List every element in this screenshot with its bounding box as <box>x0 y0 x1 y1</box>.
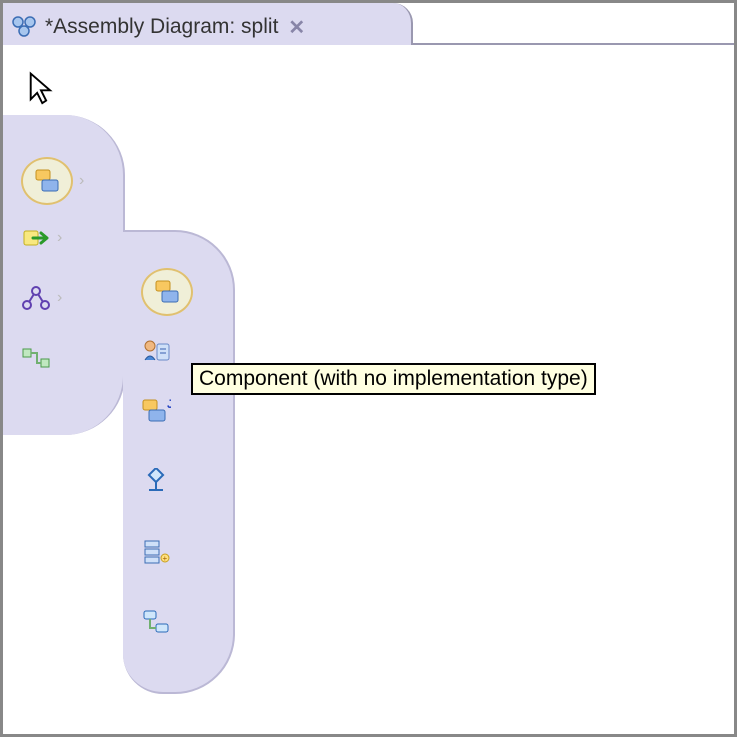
palette-item-component[interactable]: › <box>21 157 84 205</box>
popout-item-component[interactable] <box>141 268 193 316</box>
popout-item-process[interactable] <box>141 468 171 494</box>
popout-item-java[interactable]: J <box>141 398 171 424</box>
close-icon[interactable]: ✕ <box>288 15 305 40</box>
process-icon <box>141 468 171 494</box>
selector-icon: + <box>141 538 171 564</box>
chevron-right-icon: › <box>57 289 62 307</box>
java-component-icon: J <box>141 398 171 424</box>
svg-text:J: J <box>167 398 171 411</box>
popout-item-state-machine[interactable] <box>141 608 171 634</box>
tooltip-text: Component (with no implementation type) <box>199 367 588 390</box>
app-frame: *Assembly Diagram: split ✕ › <box>0 0 737 737</box>
editor-tab[interactable]: *Assembly Diagram: split ✕ <box>3 3 413 45</box>
chevron-right-icon: › <box>79 172 84 190</box>
popout-item-human-task[interactable] <box>141 338 171 364</box>
component-icon <box>32 168 62 194</box>
tab-bar: *Assembly Diagram: split ✕ <box>3 3 734 45</box>
svg-text:+: + <box>163 554 168 563</box>
tooltip: Component (with no implementation type) <box>191 363 596 395</box>
palette-item-reference[interactable]: › <box>21 285 62 311</box>
tab-title: *Assembly Diagram: split <box>45 15 278 39</box>
wire-icon <box>21 345 51 371</box>
component-no-impl-icon <box>152 279 182 305</box>
popout-item-selector[interactable]: + <box>141 538 171 564</box>
human-task-icon <box>141 338 171 364</box>
work-area: › › › <box>3 45 734 734</box>
mouse-cursor-icon <box>27 71 55 107</box>
state-machine-icon <box>141 608 171 634</box>
palette: › › › <box>3 115 125 435</box>
palette-item-wire[interactable] <box>21 345 51 371</box>
chevron-right-icon: › <box>57 229 62 247</box>
standalone-reference-icon <box>21 285 51 311</box>
assembly-diagram-icon <box>11 15 39 39</box>
palette-item-import[interactable]: › <box>21 225 62 251</box>
import-icon <box>21 225 51 251</box>
tab-bar-filler <box>411 3 734 45</box>
palette-popout: J + <box>123 230 235 694</box>
